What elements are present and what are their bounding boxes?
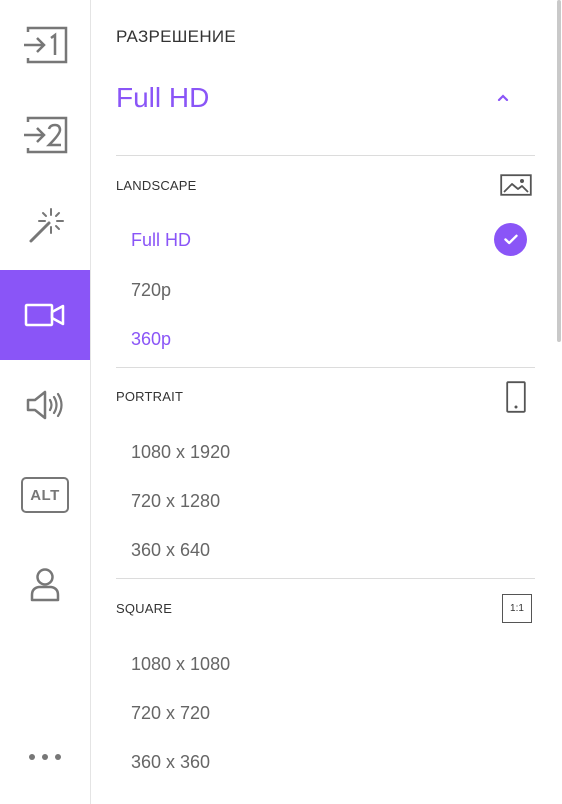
landscape-icon-wrap <box>500 174 532 201</box>
portrait-icon-wrap <box>506 381 526 418</box>
alt-text-icon: ALT <box>21 477 69 513</box>
sidebar-item-effects[interactable] <box>0 180 90 270</box>
divider <box>116 155 535 156</box>
option-portrait-360[interactable]: 360 x 640 <box>131 540 210 561</box>
section-title-portrait: PORTRAIT <box>116 389 184 404</box>
option-square-1080[interactable]: 1080 x 1080 <box>131 654 230 675</box>
current-resolution[interactable]: Full HD <box>116 82 209 114</box>
image-icon <box>500 174 532 196</box>
collapse-button[interactable] <box>492 86 514 108</box>
sidebar-item-video[interactable] <box>0 270 90 360</box>
sidebar-item-input-2[interactable] <box>0 90 90 180</box>
user-icon <box>30 568 60 602</box>
option-landscape-720p[interactable]: 720p <box>131 280 171 301</box>
sidebar-item-alt-text[interactable]: ALT <box>0 450 90 540</box>
option-square-360[interactable]: 360 x 360 <box>131 752 210 773</box>
sidebar-item-account[interactable] <box>0 540 90 630</box>
option-square-720[interactable]: 720 x 720 <box>131 703 210 724</box>
more-dots-icon <box>29 754 61 760</box>
video-camera-icon <box>24 303 65 327</box>
section-title-square: SQUARE <box>116 601 173 616</box>
scrollbar[interactable] <box>557 0 561 342</box>
sidebar-item-audio[interactable] <box>0 360 90 450</box>
option-landscape-full-hd[interactable]: Full HD <box>131 230 191 251</box>
divider <box>116 578 535 579</box>
sidebar-item-input-1[interactable] <box>0 0 90 90</box>
speaker-icon <box>26 390 63 420</box>
magic-wand-icon <box>29 208 64 243</box>
input-1-icon <box>24 26 68 64</box>
sidebar-item-more[interactable] <box>0 712 90 802</box>
section-heading-resolution: РАЗРЕШЕНИЕ <box>116 27 237 46</box>
phone-icon <box>506 381 526 413</box>
input-2-icon <box>24 116 68 154</box>
option-portrait-1080[interactable]: 1080 x 1920 <box>131 442 230 463</box>
option-portrait-720[interactable]: 720 x 1280 <box>131 491 220 512</box>
chevron-up-icon <box>497 94 509 101</box>
section-title-landscape: LANDSCAPE <box>116 178 197 193</box>
divider <box>116 367 535 368</box>
sidebar: ALT <box>0 0 91 804</box>
square-ratio-icon: 1:1 <box>502 594 532 623</box>
option-landscape-360p[interactable]: 360p <box>131 329 171 350</box>
selected-check-icon <box>494 223 527 256</box>
